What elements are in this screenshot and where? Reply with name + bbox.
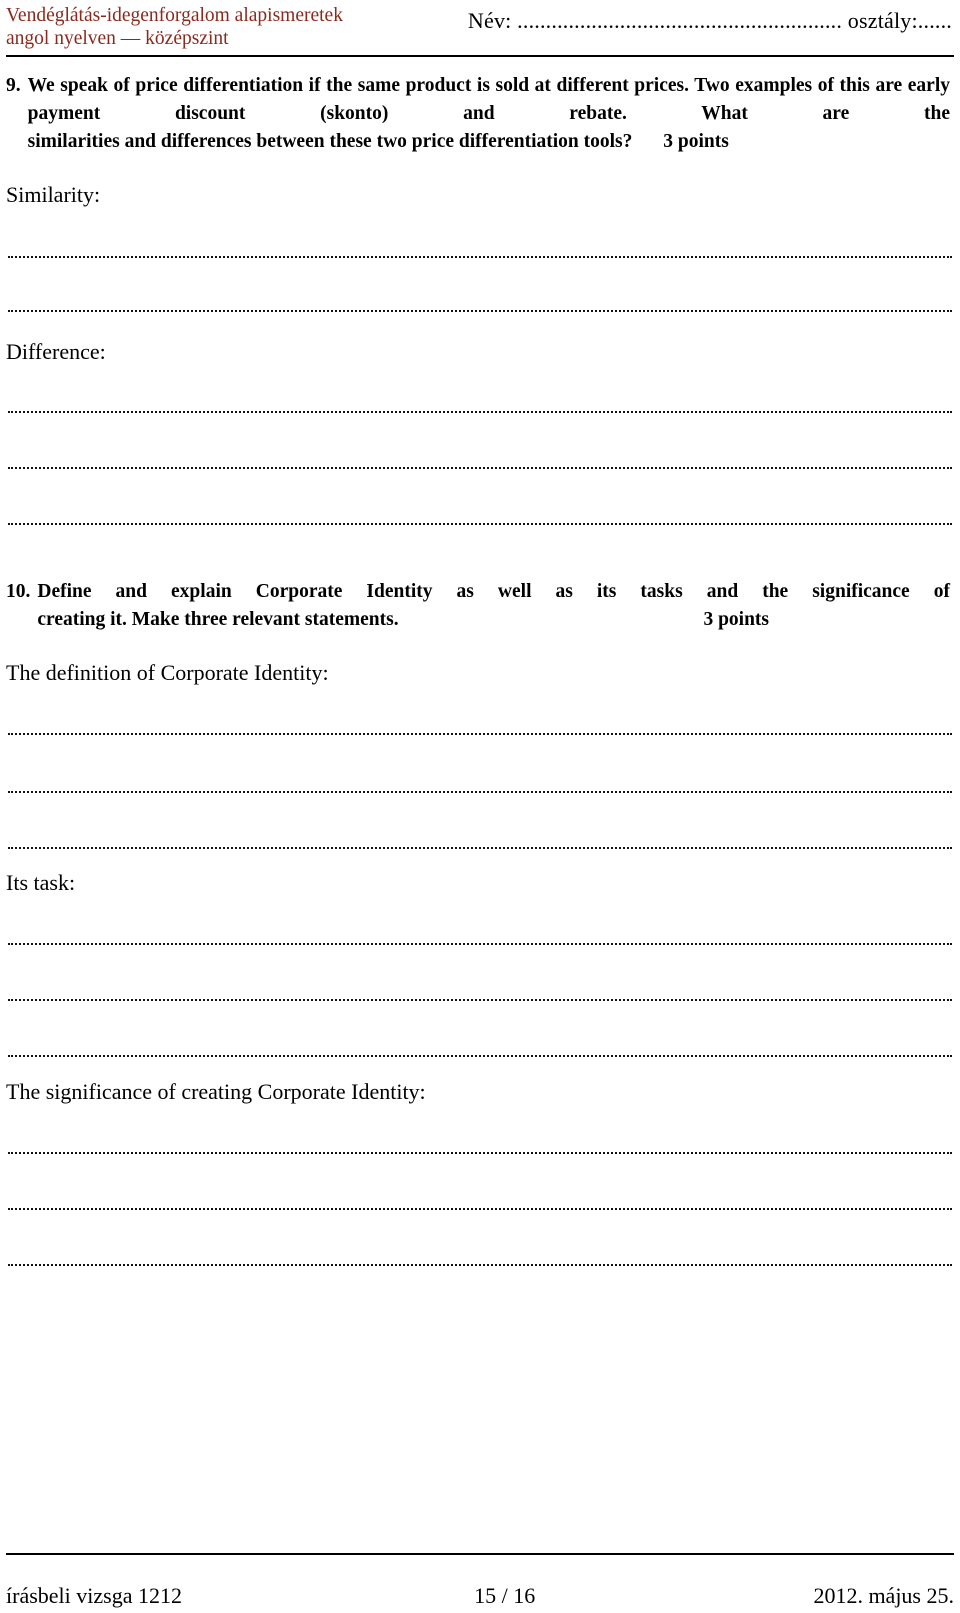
name-and-class-field[interactable]: Név: ...................................… bbox=[468, 0, 954, 34]
footer-date: 2012. május 25. bbox=[813, 1583, 954, 1608]
exam-page: Vendéglátás-idegenforgalom alapismeretek… bbox=[0, 0, 960, 1613]
header-divider bbox=[6, 55, 954, 57]
question-10-points: 3 points bbox=[703, 609, 770, 630]
definition-label: The definition of Corporate Identity: bbox=[6, 660, 329, 685]
question-10-line-2-row: creating it. Make three relevant stateme… bbox=[37, 606, 950, 634]
spacer-significance bbox=[6, 1105, 954, 1152]
subject-title-line-2: angol nyelven — középszint bbox=[6, 28, 229, 49]
significance-label: The significance of creating Corporate I… bbox=[6, 1079, 426, 1104]
footer-divider bbox=[6, 1553, 954, 1555]
spacer-definition bbox=[6, 686, 954, 733]
page-footer: írásbeli vizsga 1212 15 / 16 2012. május… bbox=[6, 1583, 954, 1609]
question-9-line-3: similarities and differences between the… bbox=[27, 131, 633, 152]
spacer-similarity bbox=[6, 208, 954, 256]
task-label: Its task: bbox=[6, 870, 76, 895]
question-10: 10. Define and explain Corporate Identit… bbox=[6, 578, 954, 634]
question-10-text: Define and explain Corporate Identity as… bbox=[37, 578, 950, 634]
question-9: 9. We speak of price differentiation if … bbox=[6, 72, 954, 156]
spacer-after-q9 bbox=[6, 156, 954, 182]
question-10-number: 10. bbox=[6, 581, 31, 602]
question-9-points: 3 points bbox=[663, 131, 729, 152]
footer-page-number: 15 / 16 bbox=[474, 1583, 536, 1608]
question-10-line-1: Define and explain Corporate Identity as… bbox=[37, 581, 950, 602]
question-9-line-3-row: similarities and differences between the… bbox=[28, 128, 950, 156]
spacer-difference bbox=[6, 365, 954, 411]
spacer-before-task bbox=[6, 849, 954, 870]
spacer-after-q10 bbox=[6, 634, 954, 660]
subject-title: Vendéglátás-idegenforgalom alapismeretek… bbox=[6, 0, 343, 50]
page-header: Vendéglátás-idegenforgalom alapismeretek… bbox=[6, 0, 954, 56]
significance-answer-line-3[interactable] bbox=[8, 1264, 952, 1266]
spacer-before-significance bbox=[6, 1057, 954, 1079]
footer-exam-code: írásbeli vizsga 1212 bbox=[6, 1583, 182, 1608]
spacer-before-difference bbox=[6, 312, 954, 339]
spacer-before-q10 bbox=[6, 525, 954, 578]
difference-label: Difference: bbox=[6, 339, 106, 364]
spacer-task bbox=[6, 896, 954, 943]
subject-title-line-1: Vendéglátás-idegenforgalom alapismeretek bbox=[6, 5, 343, 26]
question-9-text: We speak of price differentiation if the… bbox=[28, 72, 950, 156]
question-9-line-1: We speak of price differentiation if the… bbox=[27, 75, 730, 96]
similarity-label: Similarity: bbox=[6, 182, 101, 207]
question-9-number: 9. bbox=[6, 75, 21, 96]
question-10-line-2: creating it. Make three relevant stateme… bbox=[37, 609, 399, 630]
